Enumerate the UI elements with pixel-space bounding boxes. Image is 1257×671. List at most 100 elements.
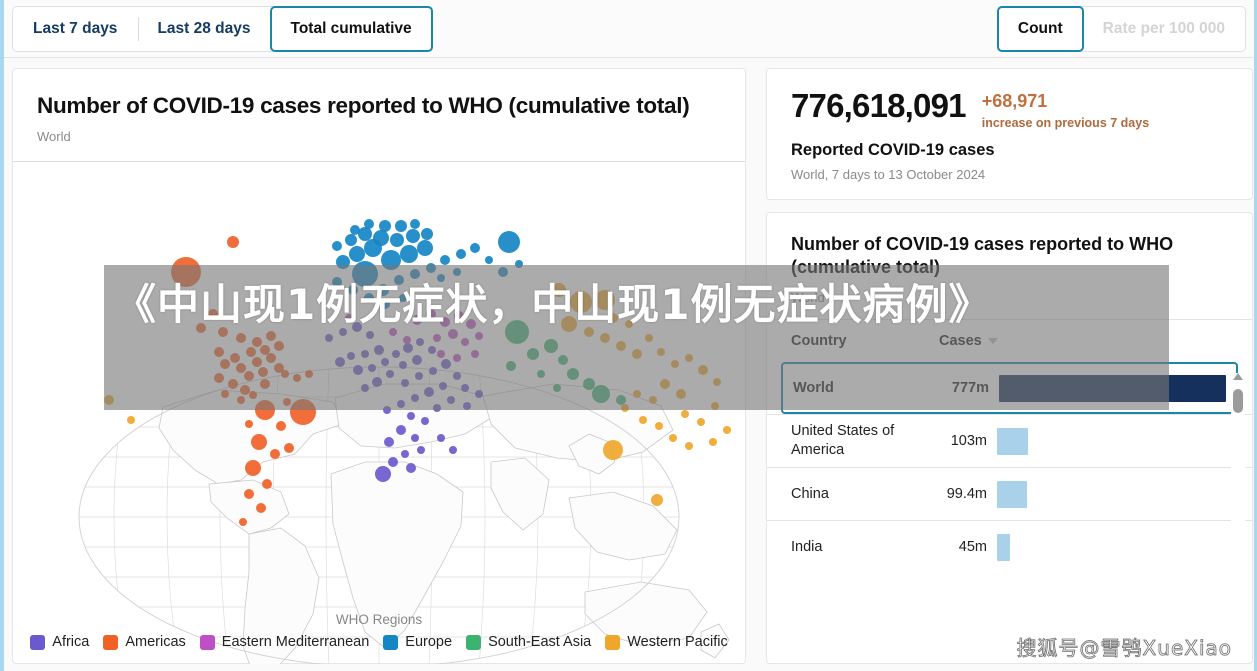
map-bubble[interactable] (709, 438, 717, 446)
map-bubble[interactable] (461, 384, 469, 392)
map-bubble[interactable] (214, 373, 224, 383)
map-bubble[interactable] (389, 328, 397, 336)
sort-descending-caret-icon[interactable] (987, 338, 998, 344)
map-bubble[interactable] (433, 334, 441, 342)
map-bubble[interactable] (255, 400, 275, 420)
map-bubble[interactable] (671, 360, 679, 368)
map-bubble[interactable] (390, 233, 404, 247)
map-bubble[interactable] (417, 240, 433, 256)
map-bubble[interactable] (399, 361, 407, 369)
map-bubble[interactable] (251, 434, 267, 450)
map-bubble[interactable] (723, 426, 731, 434)
map-bubble[interactable] (249, 391, 257, 399)
map-bubble[interactable] (403, 343, 413, 353)
map-bubble[interactable] (421, 417, 429, 425)
map-bubble[interactable] (221, 390, 229, 398)
map-bubble[interactable] (384, 437, 394, 447)
map-bubble[interactable] (461, 338, 469, 346)
map-bubble[interactable] (681, 410, 689, 418)
map-bubble[interactable] (685, 354, 693, 362)
map-bubble[interactable] (448, 329, 458, 339)
map-bubble[interactable] (584, 327, 594, 337)
map-bubble[interactable] (383, 406, 391, 414)
map-bubble[interactable] (403, 336, 411, 344)
map-bubble[interactable] (270, 449, 280, 459)
map-bubble[interactable] (236, 333, 246, 343)
map-bubble[interactable] (368, 364, 376, 372)
map-bubble[interactable] (345, 234, 357, 246)
map-bubble[interactable] (453, 354, 461, 362)
map-bubble[interactable] (274, 341, 284, 351)
map-bubble[interactable] (332, 241, 342, 251)
map-bubble[interactable] (475, 332, 483, 340)
map-bubble[interactable] (104, 395, 114, 405)
map-bubble[interactable] (397, 400, 405, 408)
map-bubble[interactable] (361, 350, 369, 358)
map-bubble[interactable] (713, 378, 721, 386)
map-bubble[interactable] (245, 460, 261, 476)
map-bubble[interactable] (395, 220, 407, 232)
legend-item-europe[interactable]: Europe (383, 634, 452, 650)
map-bubble[interactable] (339, 328, 347, 336)
map-bubble[interactable] (392, 350, 400, 358)
map-bubble[interactable] (527, 348, 539, 360)
legend-item-africa[interactable]: Africa (30, 634, 89, 650)
map-bubble[interactable] (657, 348, 665, 356)
map-bubble[interactable] (470, 243, 480, 253)
map-bubble[interactable] (676, 389, 686, 399)
map-bubble[interactable] (374, 345, 384, 355)
map-bubble[interactable] (239, 518, 247, 526)
map-bubble[interactable] (595, 290, 615, 310)
map-bubble[interactable] (349, 246, 365, 262)
map-bubble[interactable] (475, 390, 483, 398)
map-bubble[interactable] (506, 361, 516, 371)
map-bubble[interactable] (401, 379, 409, 387)
map-bubble[interactable] (375, 466, 391, 482)
map-bubble[interactable] (410, 269, 420, 279)
map-bubble[interactable] (616, 341, 626, 351)
map-bubble[interactable] (246, 347, 256, 357)
world-bubble-map[interactable] (13, 162, 745, 664)
column-header-country[interactable]: Country (791, 333, 939, 349)
map-bubble[interactable] (410, 219, 420, 229)
map-bubble[interactable] (276, 421, 286, 431)
map-bubble[interactable] (352, 261, 378, 287)
map-bubble[interactable] (412, 355, 422, 365)
legend-item-eastern-mediterranean[interactable]: Eastern Mediterranean (199, 634, 369, 650)
map-bubble[interactable] (428, 346, 436, 354)
map-bubble[interactable] (437, 434, 445, 442)
map-bubble[interactable] (283, 398, 291, 406)
legend-item-western-pacific[interactable]: Western Pacific (605, 634, 728, 650)
scroll-up-arrow-icon[interactable] (1233, 373, 1243, 380)
map-bubble[interactable] (407, 412, 415, 420)
map-bubble[interactable] (236, 363, 246, 373)
map-bubble[interactable] (711, 402, 719, 410)
map-bubble[interactable] (439, 382, 447, 390)
map-bubble[interactable] (325, 334, 333, 342)
map-bubble[interactable] (417, 446, 425, 454)
map-bubble[interactable] (411, 394, 419, 402)
map-bubble[interactable] (350, 225, 360, 235)
map-bubble[interactable] (456, 249, 466, 259)
map-bubble[interactable] (625, 320, 633, 328)
map-bubble[interactable] (660, 379, 670, 389)
map-bubble[interactable] (600, 333, 610, 343)
map-bubble[interactable] (380, 299, 390, 309)
map-bubble[interactable] (214, 347, 224, 357)
tab-count[interactable]: Count (996, 6, 1084, 52)
map-bubble[interactable] (411, 434, 419, 442)
map-bubble[interactable] (245, 420, 253, 428)
map-bubble[interactable] (364, 219, 374, 229)
map-bubble[interactable] (570, 291, 592, 313)
map-bubble[interactable] (424, 387, 434, 397)
map-bubble[interactable] (440, 255, 450, 265)
map-bubble[interactable] (603, 440, 623, 460)
map-bubble[interactable] (196, 323, 206, 333)
map-bubble[interactable] (399, 294, 407, 302)
map-bubble[interactable] (388, 457, 398, 467)
map-bubble[interactable] (453, 268, 461, 276)
map-bubble[interactable] (244, 489, 254, 499)
map-bubble[interactable] (421, 228, 433, 240)
map-bubble[interactable] (256, 503, 266, 513)
ranking-scrollbar[interactable] (1231, 373, 1245, 659)
